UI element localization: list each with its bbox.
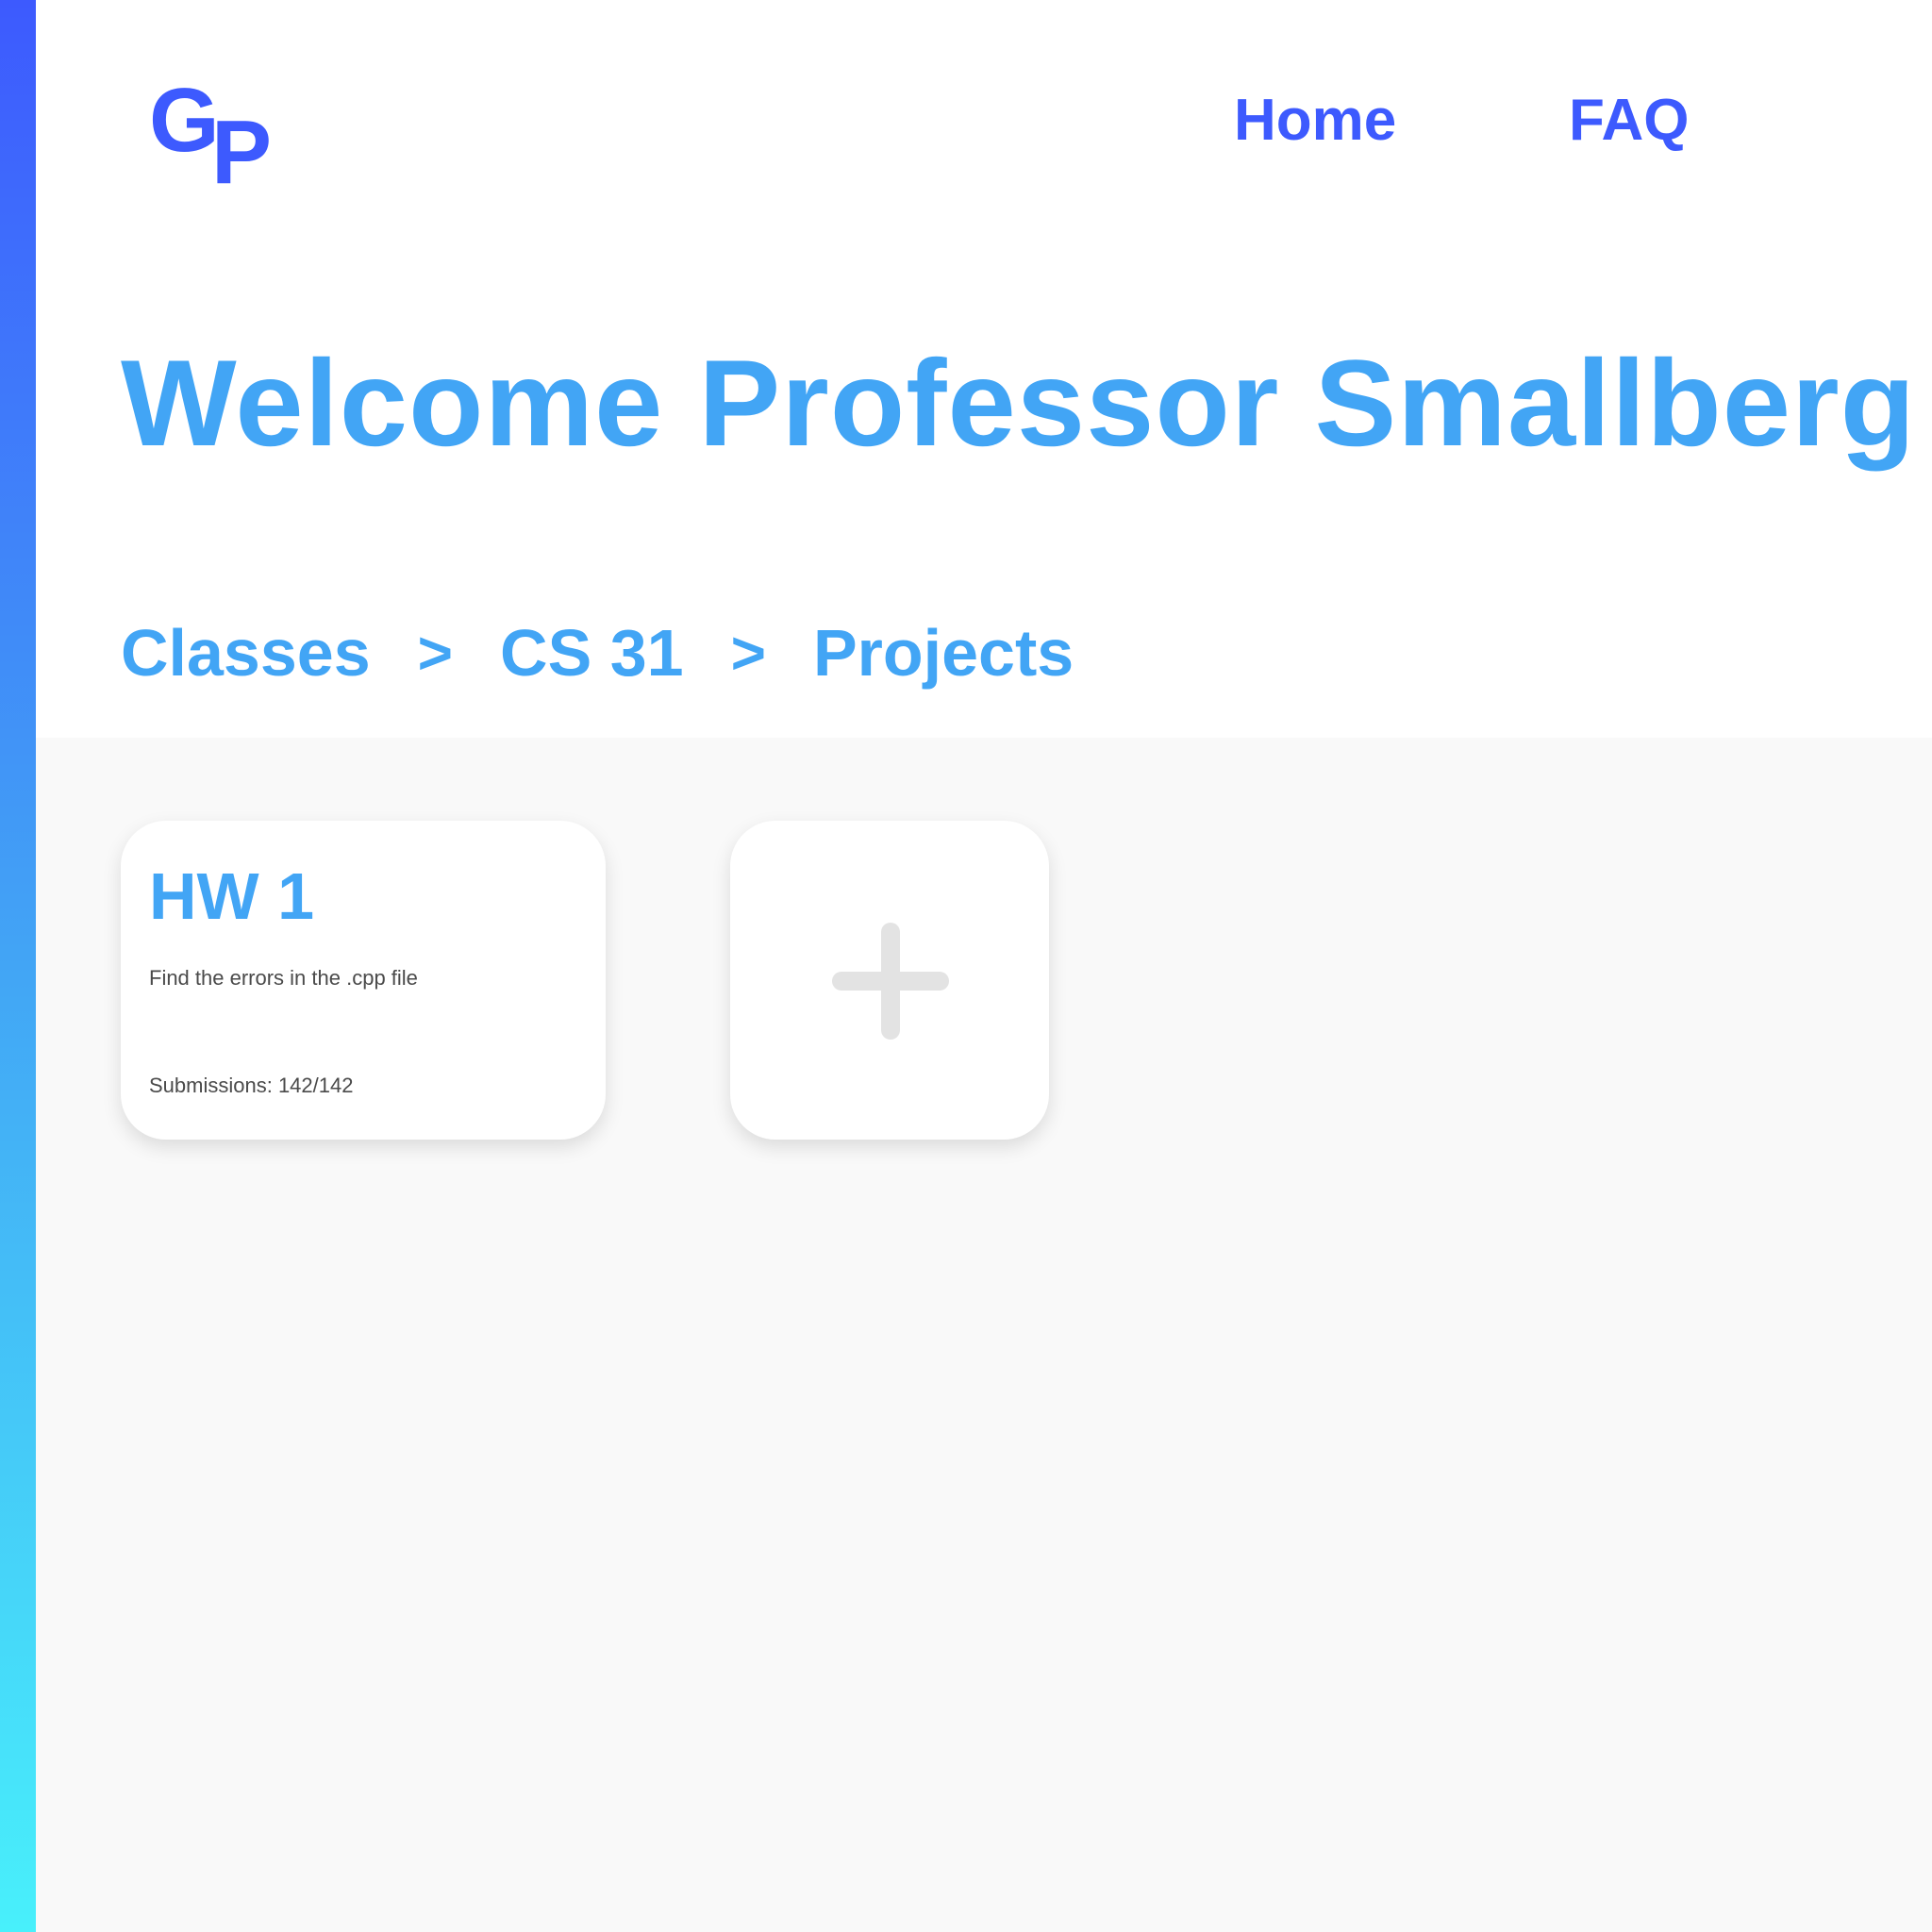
breadcrumb-cs31[interactable]: CS 31: [500, 615, 684, 691]
project-title: HW 1: [149, 859, 314, 933]
breadcrumb-classes[interactable]: Classes: [121, 615, 371, 691]
project-submissions: Submissions: 142/142: [149, 1074, 354, 1097]
nav-faq: FAQ: [1569, 87, 1689, 155]
logo-letter-g: G: [149, 70, 220, 171]
add-project-button[interactable]: [730, 821, 1049, 1140]
projects-area: HW 1 Find the errors in the .cpp file Su…: [36, 738, 1932, 1932]
breadcrumb-projects[interactable]: Projects: [813, 615, 1074, 691]
plus-icon: [832, 923, 949, 1040]
breadcrumb-separator: >: [730, 619, 766, 687]
nav-home: Home: [1234, 87, 1396, 155]
page-title: Welcome Professor Smallberg: [121, 334, 1917, 472]
nav-faq-link[interactable]: FAQ: [1569, 87, 1689, 155]
project-description: Find the errors in the .cpp file: [149, 966, 418, 990]
nav-home-link[interactable]: Home: [1234, 87, 1396, 155]
logo-letter-p: P: [211, 102, 273, 203]
header: G P Home FAQ Welcome Professor Smallberg…: [36, 0, 1932, 738]
gp-logo[interactable]: G P: [149, 75, 281, 198]
project-card-hw1[interactable]: HW 1 Find the errors in the .cpp file Su…: [121, 821, 606, 1140]
breadcrumb: Classes > CS 31 > Projects: [121, 615, 1074, 691]
breadcrumb-separator: >: [417, 619, 454, 687]
side-accent-bar: [0, 0, 36, 1932]
